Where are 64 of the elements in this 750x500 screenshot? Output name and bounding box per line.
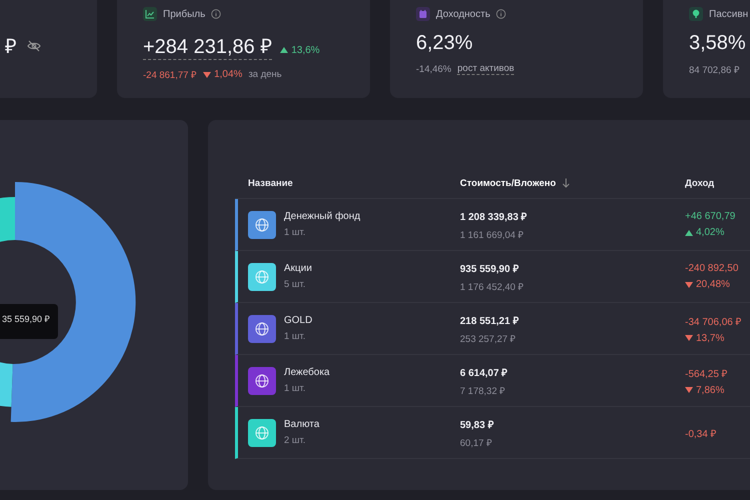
- card-label: Пассивн: [709, 8, 748, 20]
- chart-icon: [143, 7, 157, 21]
- asset-row[interactable]: GOLD 1 шт. 218 551,21 ₽ 253 257,27 ₽ -34 706,06 ₽ 13,7%: [235, 303, 750, 355]
- asset-value: 6 614,07 ₽: [460, 366, 509, 378]
- income-amount: -34 706,06 ₽: [685, 316, 743, 328]
- column-header[interactable]: Название: [248, 178, 293, 188]
- sub-amount: -14,46%: [416, 64, 452, 74]
- balance-value: ₽: [5, 35, 17, 59]
- income-percent: 4,02%: [696, 227, 724, 238]
- tree-icon: [689, 7, 703, 21]
- sub-note[interactable]: рост активов: [457, 63, 514, 75]
- card-value: +284 231,86 ₽: [143, 32, 272, 60]
- asset-value: 218 551,21 ₽: [460, 314, 520, 326]
- calendar-icon: [416, 7, 430, 21]
- invested-amount: 7 178,32 ₽: [460, 384, 507, 396]
- globe-icon: [248, 262, 276, 290]
- asset-name: Акции: [284, 263, 312, 274]
- asset-quantity: 1 шт.: [284, 331, 306, 342]
- globe-icon: [248, 418, 276, 446]
- income-percent: 13,7%: [696, 332, 724, 344]
- asset-value: 935 559,90 ₽: [460, 262, 520, 274]
- asset-name: Лежебока: [284, 367, 330, 378]
- column-header[interactable]: Стоимость/Вложено: [460, 178, 556, 188]
- invested-amount: 1 161 669,04 ₽: [460, 228, 526, 240]
- chart-tooltip: 35 559,90 ₽: [0, 304, 58, 339]
- asset-value: 59,83 ₽: [460, 418, 495, 430]
- info-icon[interactable]: [496, 9, 506, 19]
- asset-value: 1 208 339,83 ₽: [460, 210, 528, 222]
- asset-row[interactable]: Валюта 2 шт. 59,83 ₽ 60,17 ₽ -0,34 ₽: [235, 407, 750, 459]
- card-value: 3,58%: [689, 32, 746, 55]
- sub-note: за день: [248, 69, 282, 80]
- card-label: Доходность: [436, 8, 490, 20]
- asset-name: GOLD: [284, 315, 312, 326]
- info-icon[interactable]: [211, 9, 222, 19]
- globe-icon: [248, 314, 276, 342]
- sub-amount: -24 861,77 ₽: [143, 69, 198, 81]
- income-amount: -564,25 ₽: [685, 368, 729, 380]
- invested-amount: 253 257,27 ₽: [460, 332, 518, 344]
- invested-amount: 60,17 ₽: [460, 436, 494, 448]
- column-header[interactable]: Доход: [685, 178, 714, 188]
- asset-quantity: 1 шт.: [284, 227, 306, 238]
- income-amount: +46 670,79: [685, 211, 736, 222]
- asset-name: Денежный фонд: [284, 211, 360, 222]
- asset-quantity: 1 шт.: [284, 383, 306, 394]
- asset-row[interactable]: Денежный фонд 1 шт. 1 208 339,83 ₽ 1 161 669,04 ₽ +46 670,79 4,02%: [235, 199, 750, 251]
- card-value: 6,23%: [416, 32, 473, 55]
- asset-quantity: 5 шт.: [284, 279, 306, 290]
- asset-row[interactable]: Акции 5 шт. 935 559,90 ₽ 1 176 452,40 ₽ -240 892,50 20,48%: [235, 251, 750, 303]
- sort-arrow-icon[interactable]: [562, 178, 570, 188]
- income-amount: -0,34 ₽: [685, 428, 718, 440]
- income-amount: -240 892,50: [685, 263, 740, 274]
- asset-row[interactable]: Лежебока 1 шт. 6 614,07 ₽ 7 178,32 ₽ -564,25 ₽ 7,86%: [235, 355, 750, 407]
- globe-icon: [248, 210, 276, 238]
- eye-off-icon[interactable]: [27, 40, 41, 52]
- asset-quantity: 2 шт.: [284, 435, 306, 446]
- change-percent: 13,6%: [291, 44, 320, 56]
- income-percent: 20,48%: [696, 279, 730, 290]
- asset-name: Валюта: [284, 419, 320, 430]
- income-percent: 7,86%: [696, 384, 724, 396]
- invested-amount: 1 176 452,40 ₽: [460, 280, 526, 292]
- sub-amount: 84 702,86 ₽: [689, 64, 740, 76]
- sub-percent: 1,04%: [214, 69, 242, 80]
- card-label: Прибыль: [163, 8, 206, 20]
- globe-icon: [248, 366, 276, 394]
